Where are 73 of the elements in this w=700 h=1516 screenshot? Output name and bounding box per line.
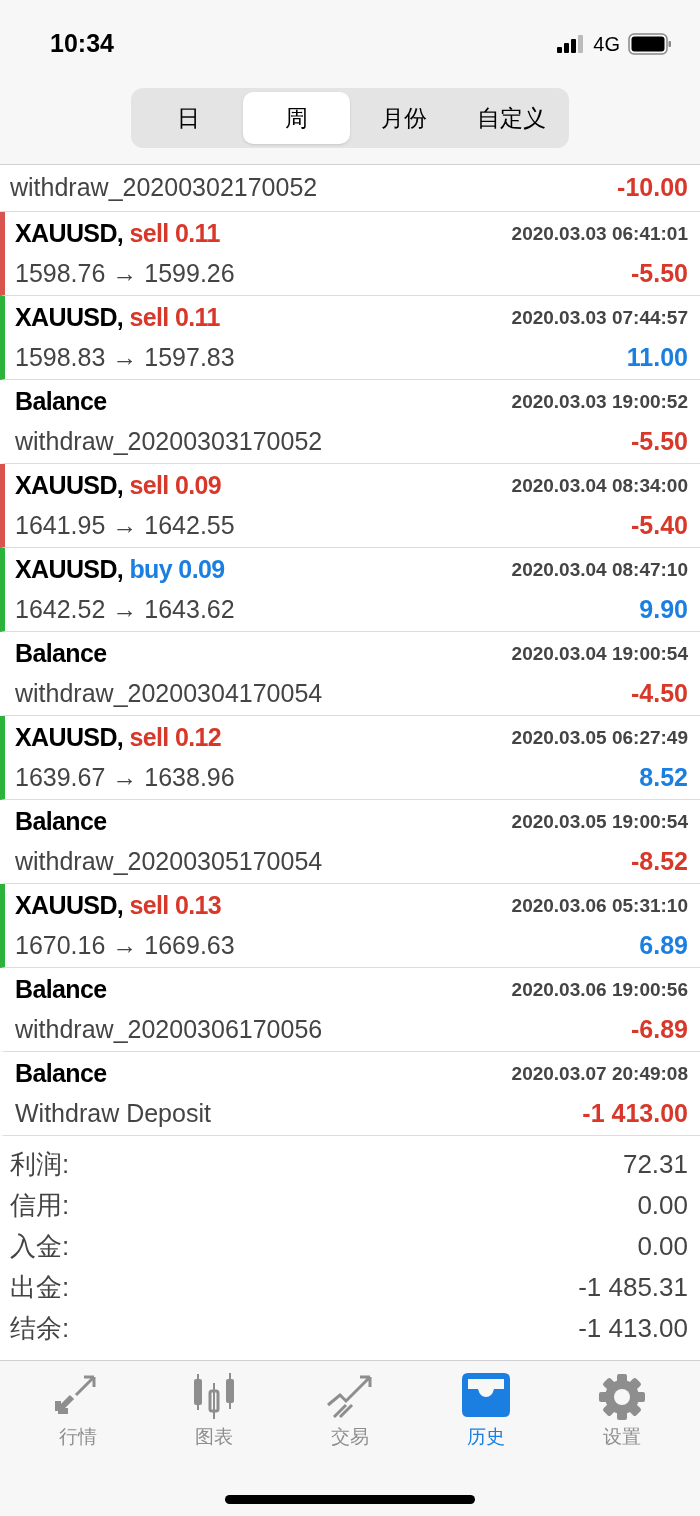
time-text: 2020.03.05 19:00:54 (511, 809, 688, 834)
amount-text: -10.00 (617, 172, 688, 204)
summary-label: 结余: (10, 1312, 70, 1345)
nav-tab[interactable]: 历史 (436, 1373, 536, 1451)
balance-title: Balance (15, 386, 107, 417)
trend-arrow-icon (326, 1373, 374, 1419)
price-text: 1670.16 → 1669.63 (15, 929, 235, 961)
summary-value: 72.31 (622, 1148, 688, 1181)
price-text: 1598.83 → 1597.83 (15, 341, 235, 373)
time-text: 2020.03.07 20:49:08 (511, 1061, 688, 1086)
balance-title: Balance (15, 1058, 107, 1089)
summary-value: -1 485.31 (578, 1271, 688, 1304)
trade-title: XAUUSD, buy 0.09 (15, 554, 225, 585)
summary-value: -1 413.00 (578, 1312, 688, 1345)
period-tab[interactable]: 月份 (350, 92, 458, 144)
trade-row[interactable]: XAUUSD, buy 0.09 2020.03.04 08:47:10 1642.52 → 1643.62 9.90 (0, 548, 700, 632)
price-text: 1639.67 → 1638.96 (15, 761, 235, 793)
comment-text: withdraw_20200305170054 (15, 845, 323, 877)
time-text: 2020.03.06 05:31:10 (511, 893, 688, 918)
time-text: 2020.03.04 19:00:54 (511, 641, 688, 666)
amount-text: 11.00 (626, 341, 688, 373)
time-text: 2020.03.04 08:34:00 (511, 473, 688, 498)
amount-text: -8.52 (631, 845, 688, 877)
trade-row[interactable]: XAUUSD, sell 0.09 2020.03.04 08:34:00 1641.95 → 1642.55 -5.40 (0, 464, 700, 548)
trade-row[interactable]: XAUUSD, sell 0.13 2020.03.06 05:31:10 1670.16 → 1669.63 6.89 (0, 884, 700, 968)
inbox-tray-icon (462, 1373, 510, 1417)
trade-title: XAUUSD, sell 0.13 (15, 890, 222, 921)
summary-label: 出金: (10, 1271, 70, 1304)
price-text: 1598.76 → 1599.26 (15, 257, 235, 289)
time-text: 2020.03.06 19:00:56 (511, 977, 688, 1002)
period-tab[interactable]: 自定义 (457, 92, 565, 144)
amount-text: -5.50 (631, 425, 688, 457)
comment-text: withdraw_20200302170052 (10, 172, 318, 204)
trade-title: XAUUSD, sell 0.12 (15, 722, 222, 753)
trade-row[interactable]: XAUUSD, sell 0.11 2020.03.03 07:44:57 1598.83 → 1597.83 11.00 (0, 296, 700, 380)
amount-text: 6.89 (639, 929, 688, 961)
trade-title: XAUUSD, sell 0.09 (15, 470, 222, 501)
amount-text: -1 413.00 (582, 1097, 688, 1129)
time-text: 2020.03.03 19:00:52 (511, 389, 688, 414)
summary-value: 0.00 (637, 1189, 688, 1222)
settings-icon (598, 1373, 646, 1421)
time-text: 2020.03.05 06:27:49 (511, 725, 688, 750)
trade-row[interactable]: XAUUSD, sell 0.12 2020.03.05 06:27:49 1639.67 → 1638.96 8.52 (0, 716, 700, 800)
period-tab[interactable]: 周 (242, 92, 350, 144)
amount-text: -6.89 (631, 1013, 688, 1045)
balance-title: Balance (15, 974, 107, 1005)
signal-icon (557, 35, 586, 53)
trade-title: XAUUSD, sell 0.11 (15, 302, 220, 333)
clock-text: 10:34 (50, 28, 114, 60)
summary-label: 利润: (10, 1148, 70, 1181)
trade-title: XAUUSD, sell 0.11 (15, 218, 220, 249)
time-text: 2020.03.03 06:41:01 (511, 221, 688, 246)
comment-text: withdraw_20200303170052 (15, 425, 323, 457)
comment-text: withdraw_20200304170054 (15, 677, 323, 709)
balance-title: Balance (15, 638, 107, 669)
network-text: 4G (593, 32, 620, 57)
summary-label: 信用: (10, 1189, 70, 1222)
time-text: 2020.03.03 07:44:57 (511, 305, 688, 330)
time-text: 2020.03.04 08:47:10 (511, 557, 688, 582)
balance-title: Balance (15, 806, 107, 837)
battery-icon (628, 33, 672, 55)
amount-text: -5.50 (631, 257, 688, 289)
amount-text: 8.52 (639, 761, 688, 793)
summary-value: 0.00 (637, 1230, 688, 1263)
amount-text: -4.50 (631, 677, 688, 709)
price-text: 1641.95 → 1642.55 (15, 509, 235, 541)
comment-text: withdraw_20200306170056 (15, 1013, 323, 1045)
amount-text: 9.90 (639, 593, 688, 625)
price-text: 1642.52 → 1643.62 (15, 593, 235, 625)
summary-label: 入金: (10, 1230, 70, 1263)
amount-text: -5.40 (631, 509, 688, 541)
comment-text: Withdraw Deposit (15, 1097, 211, 1129)
period-tab[interactable]: 日 (135, 92, 243, 144)
